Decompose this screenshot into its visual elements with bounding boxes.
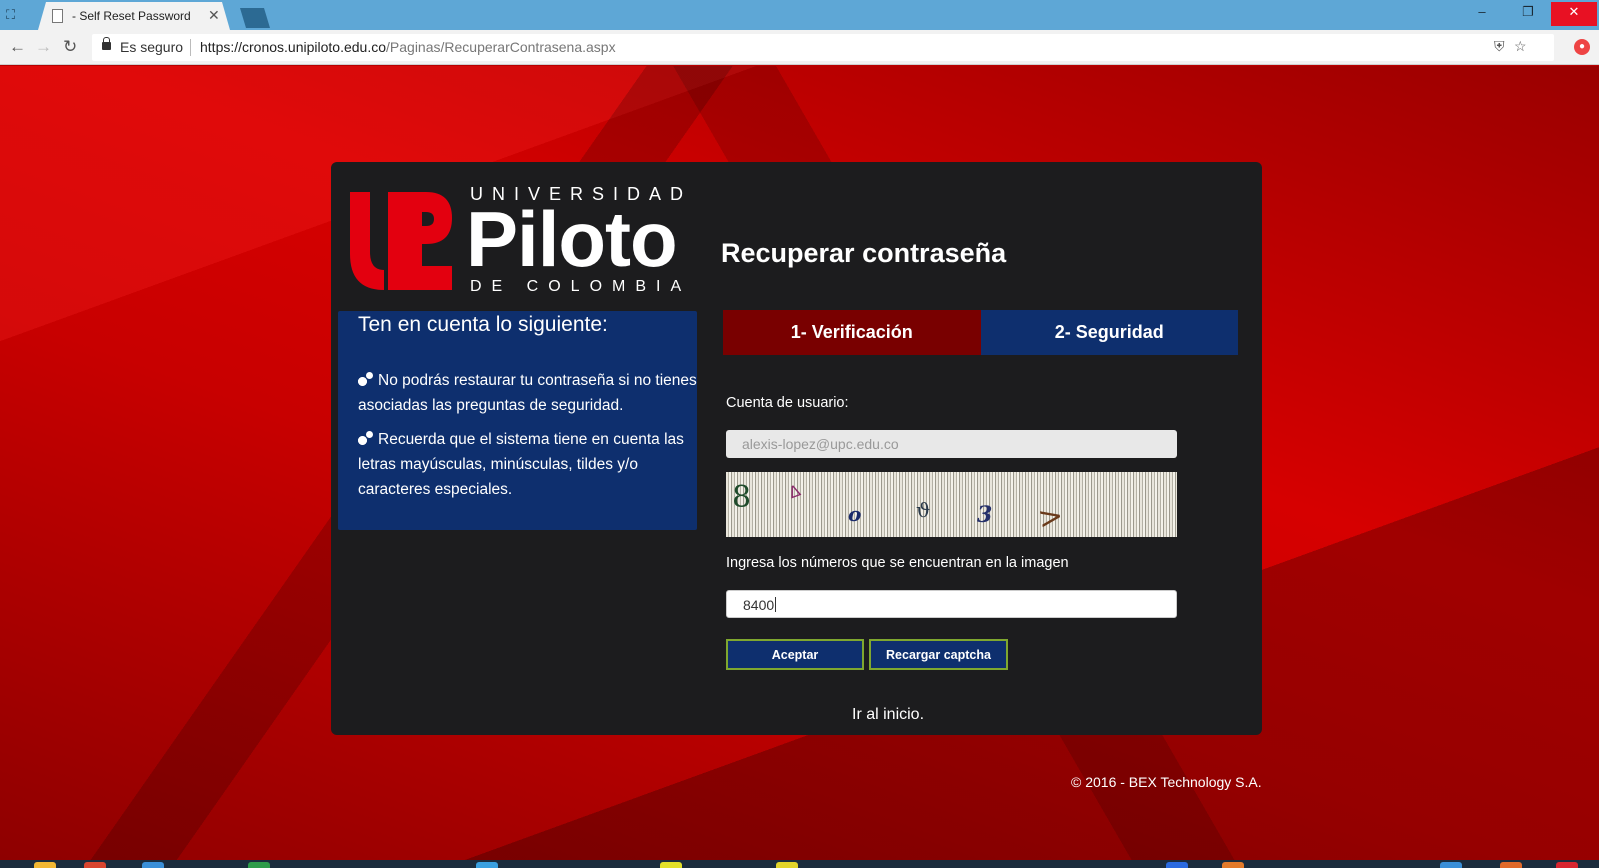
account-field[interactable]: alexis-lopez@upc.edu.co — [726, 430, 1177, 458]
logo-main-text: Piloto — [466, 195, 678, 283]
gears-icon — [358, 431, 376, 445]
taskbar-app-icon[interactable] — [142, 862, 164, 868]
close-tab-icon[interactable]: ✕ — [208, 7, 220, 24]
bookmark-star-icon[interactable]: ☆ — [1514, 38, 1527, 55]
taskbar-app-icon[interactable] — [1166, 862, 1188, 868]
captcha-char: 3 — [977, 502, 993, 528]
captcha-char: o — [848, 502, 862, 526]
captcha-input[interactable]: 8400 — [726, 590, 1177, 618]
footer-copyright: © 2016 - BEX Technology S.A. — [1071, 774, 1262, 790]
forward-icon[interactable]: → — [35, 37, 52, 57]
captcha-char: > — [1035, 498, 1066, 537]
taskbar-app-icon[interactable] — [1222, 862, 1244, 868]
accept-button[interactable]: Aceptar — [726, 639, 864, 670]
info-item: Recuerda que el sistema tiene en cuenta … — [358, 427, 698, 502]
lock-icon — [102, 37, 111, 50]
reset-password-card: UNIVERSIDAD Piloto DE COLOMBIA Recuperar… — [331, 162, 1262, 735]
university-logo: UNIVERSIDAD Piloto DE COLOMBIA — [348, 184, 688, 296]
taskbar-app-icon[interactable] — [248, 862, 270, 868]
url-host: https://cronos.unipiloto.edu.co — [200, 39, 387, 55]
taskbar-app-icon[interactable] — [1500, 862, 1522, 868]
reload-icon[interactable]: ↻ — [63, 37, 77, 57]
new-tab-button[interactable] — [240, 8, 270, 28]
page-background: UNIVERSIDAD Piloto DE COLOMBIA Recuperar… — [0, 66, 1599, 860]
maximize-button[interactable]: ❐ — [1505, 2, 1551, 26]
gears-icon — [358, 372, 376, 386]
page-title: Recuperar contraseña — [721, 238, 1007, 268]
tab-seguridad[interactable]: 2- Seguridad — [980, 310, 1238, 355]
info-item-text: Recuerda que el sistema tiene en cuenta … — [358, 431, 684, 498]
captcha-input-value: 8400 — [743, 597, 775, 613]
account-label: Cuenta de usuario: — [726, 395, 849, 411]
home-link[interactable]: Ir al inicio. — [852, 706, 924, 724]
reload-captcha-button[interactable]: Recargar captcha — [869, 639, 1008, 670]
captcha-char: ϑ — [916, 498, 931, 522]
security-status[interactable]: Es seguro — [120, 39, 183, 55]
page-icon — [52, 9, 63, 23]
info-item-text: No podrás restaurar tu contraseña si no … — [358, 372, 697, 414]
taskbar-app-icon[interactable] — [660, 862, 682, 868]
captcha-label: Ingresa los números que se encuentran en… — [726, 555, 1069, 571]
info-heading: Ten en cuenta lo siguiente: — [358, 313, 608, 336]
minimize-button[interactable]: – — [1459, 2, 1505, 26]
taskbar-app-icon[interactable] — [1440, 862, 1462, 868]
tab-verificacion[interactable]: 1- Verificación — [723, 310, 981, 355]
captcha-char: ᐃ — [786, 480, 803, 503]
os-taskbar — [0, 860, 1599, 868]
captcha-char: 8 — [732, 480, 752, 515]
url-path: /Paginas/RecuperarContrasena.aspx — [386, 39, 616, 55]
taskbar-app-icon[interactable] — [476, 862, 498, 868]
browser-tab[interactable]: - Self Reset Password ✕ — [38, 2, 230, 30]
address-bar: ← → ↻ Es seguro https://cronos.unipiloto… — [0, 30, 1599, 65]
incognito-icon: ⛶ — [6, 7, 16, 22]
url-field[interactable]: Es seguro https://cronos.unipiloto.edu.c… — [92, 34, 1554, 61]
taskbar-app-icon[interactable] — [84, 862, 106, 868]
divider — [190, 39, 191, 56]
up-logo-mark-icon — [350, 192, 452, 290]
taskbar-app-icon[interactable] — [776, 862, 798, 868]
close-window-button[interactable]: ✕ — [1551, 2, 1597, 26]
text-cursor — [775, 597, 777, 612]
logo-bottom-text: DE COLOMBIA — [470, 278, 692, 295]
info-item: No podrás restaurar tu contraseña si no … — [358, 368, 698, 418]
info-panel: Ten en cuenta lo siguiente: No podrás re… — [338, 311, 697, 530]
extension-icon[interactable]: ● — [1574, 39, 1590, 55]
tab-title: - Self Reset Password — [72, 9, 191, 23]
taskbar-app-icon[interactable] — [1556, 862, 1578, 868]
url-text: https://cronos.unipiloto.edu.co/Paginas/… — [200, 39, 616, 55]
step-tabs: 1- Verificación 2- Seguridad — [723, 310, 1238, 355]
taskbar-app-icon[interactable] — [34, 862, 56, 868]
back-icon[interactable]: ← — [9, 37, 26, 57]
browser-tab-bar: ⛶ - Self Reset Password ✕ – ❐ ✕ — [0, 0, 1599, 30]
captcha-image: 8 ᐃ o ϑ 3 > — [726, 472, 1177, 537]
shield-icon[interactable]: ⛨ — [1494, 38, 1505, 55]
